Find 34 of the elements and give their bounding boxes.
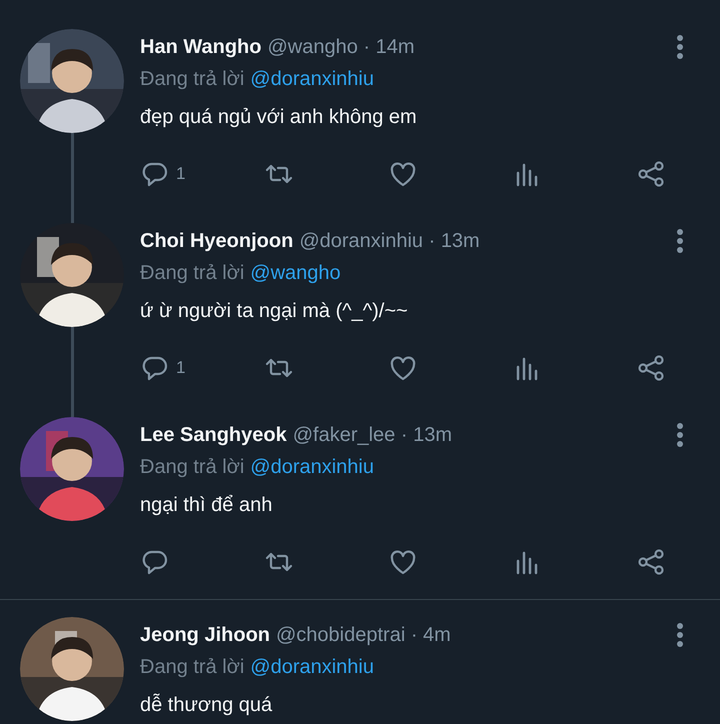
reply-context: Đang trả lời (140, 68, 244, 90)
reply-button[interactable]: 1 (140, 353, 264, 383)
handle-and-time: @doranxinhiu · 13m (299, 230, 480, 252)
share-button[interactable] (636, 159, 666, 189)
mention-link[interactable]: @wangho (250, 262, 341, 284)
more-options-icon[interactable] (676, 228, 684, 254)
share-icon (636, 159, 666, 189)
reply-context: Đang trả lời (140, 262, 244, 284)
tweet-text: dễ thương quá (140, 692, 274, 718)
reply-button[interactable]: 1 (140, 159, 264, 189)
mention-link[interactable]: @doranxinhiu (250, 68, 374, 90)
reply-context: Đang trả lời (140, 656, 244, 678)
tweet-text: đẹp quá ngủ với anh không em (140, 104, 418, 130)
reply-count: 1 (176, 164, 186, 184)
handle-and-time: @wangho · 14m (267, 36, 415, 58)
more-options-icon[interactable] (676, 422, 684, 448)
user-name: Lee Sanghyeok (140, 424, 287, 446)
share-button[interactable] (636, 547, 666, 577)
more-options-icon[interactable] (676, 34, 684, 60)
mention-link[interactable]: @doranxinhiu (250, 456, 374, 478)
handle-and-time: @faker_lee · 13m (292, 424, 452, 446)
reply-count: 1 (176, 358, 186, 378)
share-icon (636, 353, 666, 383)
tweet-text: ngại thì để anh (140, 492, 274, 518)
user-name: Choi Hyeonjoon (140, 230, 294, 252)
handle-and-time: @chobideptrai · 4m (276, 624, 451, 646)
reply-context: Đang trả lời (140, 456, 244, 478)
more-options-icon[interactable] (676, 622, 684, 648)
user-name: Han Wangho (140, 36, 262, 58)
share-icon (636, 547, 666, 577)
user-name: Jeong Jihoon (140, 624, 270, 646)
mention-link[interactable]: @doranxinhiu (250, 656, 374, 678)
tweet-text: ứ ừ người ta ngại mà (^_^)/~~ (140, 298, 409, 324)
share-button[interactable] (636, 353, 666, 383)
